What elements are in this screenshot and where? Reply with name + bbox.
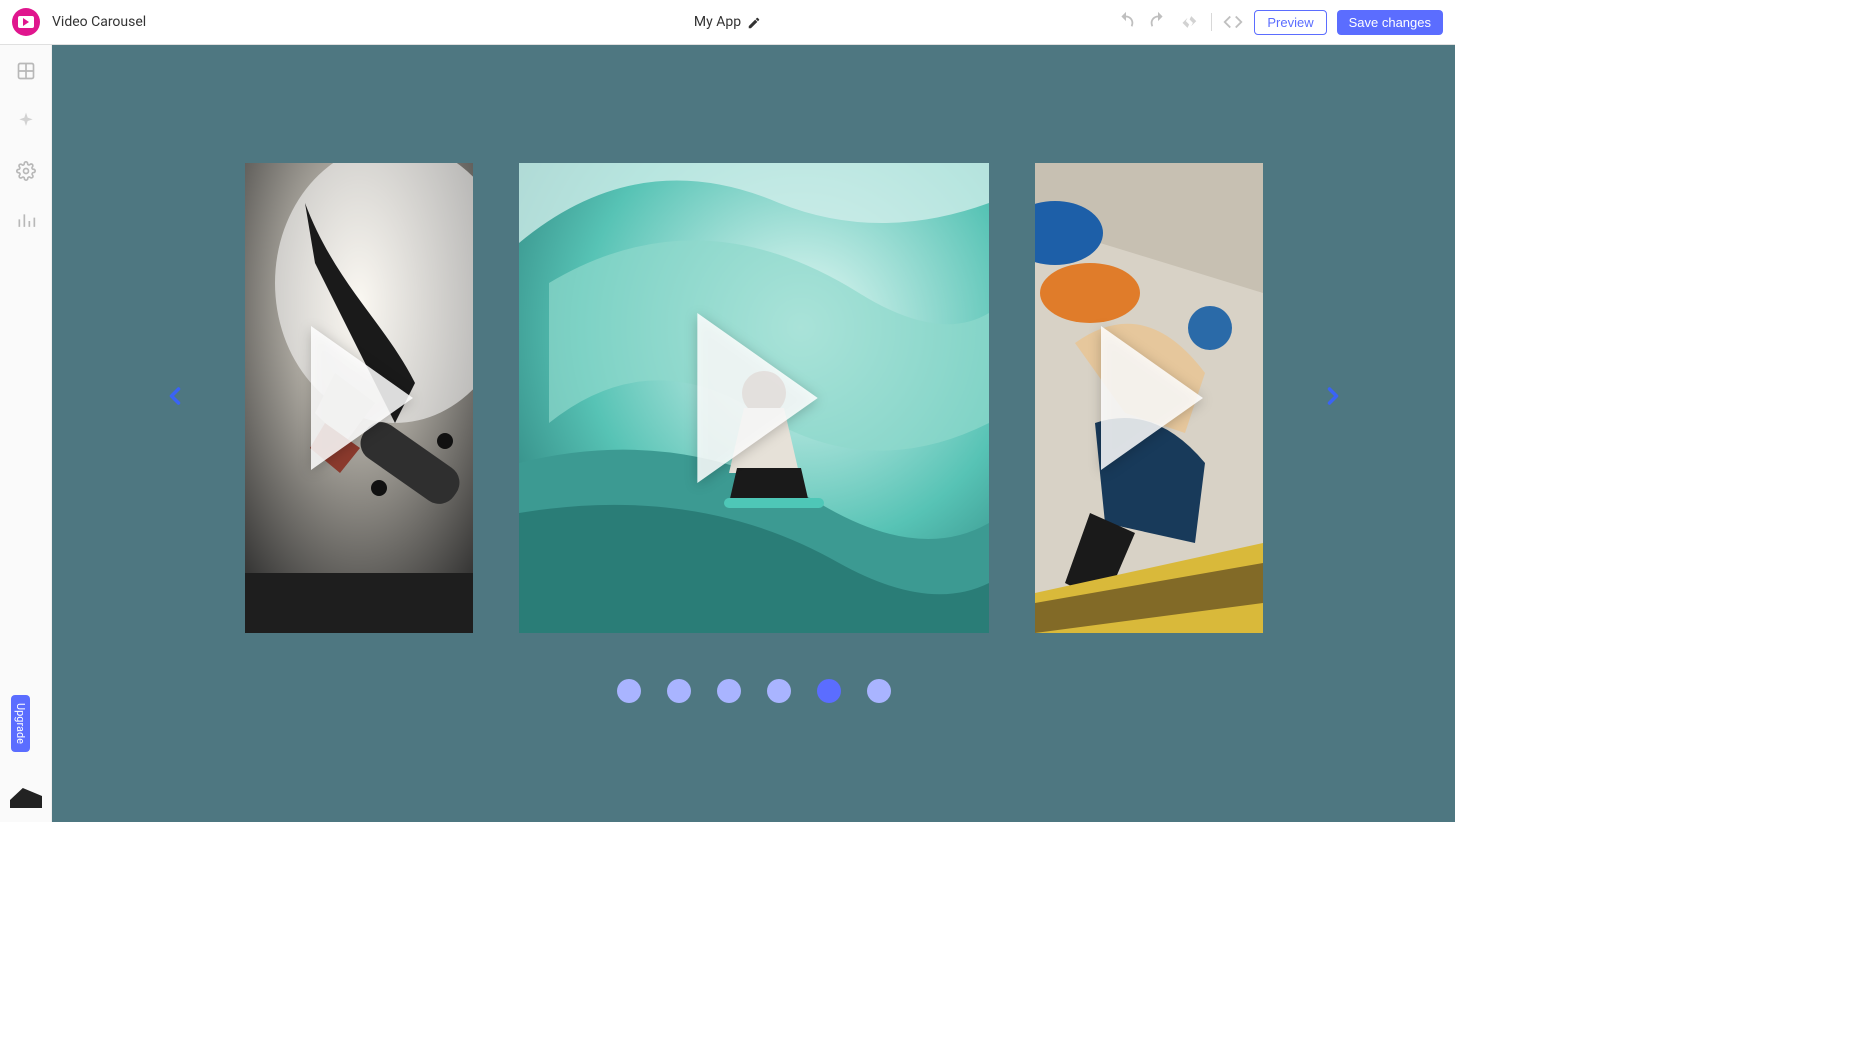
carousel-prev-button[interactable] [151,366,199,430]
indicator-dot-6[interactable] [867,679,891,703]
indicator-dot-5[interactable] [817,679,841,703]
layout-icon[interactable] [16,61,36,81]
indicator-dot-3[interactable] [717,679,741,703]
carousel-slide-center[interactable] [519,163,989,633]
carousel-slide-left[interactable] [245,163,473,633]
preview-button[interactable]: Preview [1254,10,1326,35]
indicator-dot-4[interactable] [767,679,791,703]
separator [1211,13,1212,31]
indicator-dot-2[interactable] [667,679,691,703]
undo-icon[interactable] [1115,11,1137,33]
mascot-icon [10,788,42,808]
edit-app-name-icon[interactable] [747,15,761,29]
upgrade-button[interactable]: Upgrade [11,695,30,752]
plugin-logo-icon [12,8,40,36]
carousel-next-button[interactable] [1309,366,1357,430]
tools-icon[interactable] [1179,11,1201,33]
indicator-dot-1[interactable] [617,679,641,703]
left-rail: Upgrade [0,45,52,822]
editor-canvas [52,45,1455,822]
video-carousel [151,163,1357,633]
redo-icon[interactable] [1147,11,1169,33]
analytics-icon[interactable] [16,211,36,231]
top-bar: Video Carousel My App Preview Save chang [0,0,1455,45]
carousel-slide-right[interactable] [1035,163,1263,633]
settings-icon[interactable] [16,161,36,181]
plugin-name: Video Carousel [52,14,146,30]
carousel-indicators [617,679,891,703]
save-changes-button[interactable]: Save changes [1337,10,1443,35]
app-name: My App [694,14,741,30]
design-icon[interactable] [16,111,36,131]
code-icon[interactable] [1222,11,1244,33]
